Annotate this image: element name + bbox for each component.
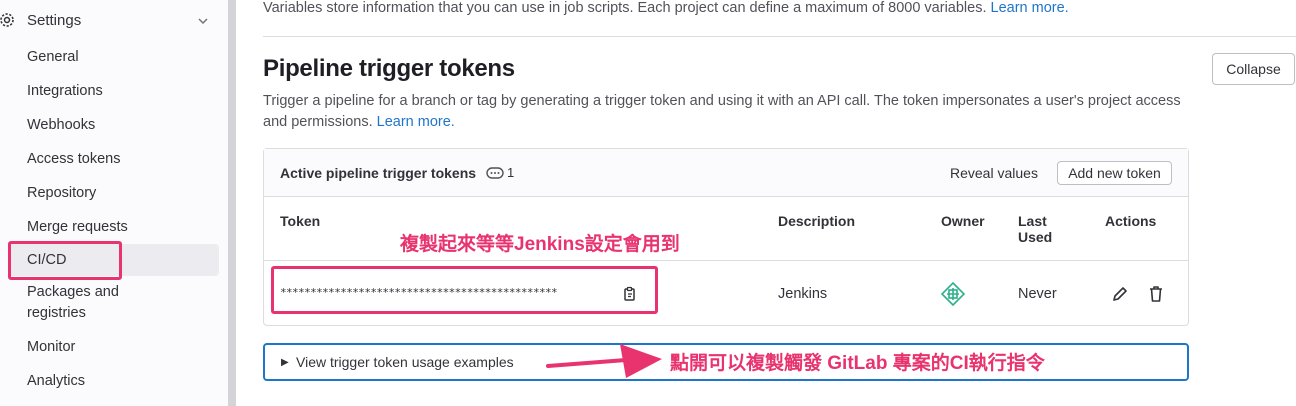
settings-title: Settings <box>27 12 82 29</box>
section-title: Pipeline trigger tokens <box>263 55 515 82</box>
divider <box>263 36 1296 37</box>
section-description: Trigger a pipeline for a branch or tag b… <box>263 91 1183 133</box>
token-last-used: Never <box>1018 286 1057 302</box>
expand-triangle-icon: ▶ <box>281 357 289 368</box>
chevron-down-icon[interactable] <box>196 14 210 28</box>
add-new-token-button[interactable]: Add new token <box>1057 161 1172 185</box>
token-count: 1 <box>507 165 515 180</box>
token-count-icon <box>486 167 504 179</box>
usage-examples-summary: View trigger token usage examples <box>296 354 514 370</box>
token-description: Jenkins <box>778 286 828 302</box>
sidebar-item-label: Webhooks <box>27 117 96 133</box>
column-actions: Actions <box>1105 213 1157 229</box>
sidebar-item-integrations[interactable]: Integrations <box>8 80 219 102</box>
sidebar-item-webhooks[interactable]: Webhooks <box>8 114 219 136</box>
column-last-used-line1: Last <box>1018 213 1047 229</box>
variables-learn-more-link[interactable]: Learn more. <box>991 0 1069 16</box>
sidebar-item-repository[interactable]: Repository <box>8 182 219 204</box>
sidebar-item-label: Integrations <box>27 83 103 99</box>
sidebar-item-label: Access tokens <box>27 151 121 167</box>
settings-sidebar: Settings General Integrations Webhooks A… <box>0 0 228 406</box>
column-token: Token <box>280 213 321 229</box>
sidebar-item-label: Repository <box>27 185 97 201</box>
sidebar-item-access-tokens[interactable]: Access tokens <box>8 148 219 170</box>
owner-avatar[interactable] <box>941 282 965 306</box>
sidebar-item-packages-registries[interactable]: Packages and registries <box>8 282 219 324</box>
sidebar-item-label: General <box>27 49 79 65</box>
trash-icon[interactable] <box>1146 284 1166 304</box>
sidebar-item-analytics[interactable]: Analytics <box>8 370 219 392</box>
annotation-arrow-icon <box>546 344 662 378</box>
sidebar-item-label: Analytics <box>27 373 86 389</box>
variables-intro-text: Variables store information that you can… <box>263 0 991 16</box>
sidebar-item-label: Monitor <box>27 339 76 355</box>
column-owner: Owner <box>941 213 985 229</box>
gear-icon <box>0 13 14 27</box>
card-title: Active pipeline trigger tokens <box>280 165 477 181</box>
annotation-highlight-cicd <box>8 241 122 280</box>
column-description: Description <box>778 213 856 229</box>
card-header: Active pipeline trigger tokens 1 Reveal … <box>264 149 1188 197</box>
annotation-highlight-token <box>271 266 658 314</box>
annotation-copy-note: 複製起來等等Jenkins設定會用到 <box>400 234 680 255</box>
main-content: Variables store information that you can… <box>236 0 1296 406</box>
variables-intro: Variables store information that you can… <box>263 0 1069 16</box>
annotation-open-note: 點開可以複製觸發 GitLab 專案的CI執行指令 <box>670 353 1045 374</box>
pencil-icon[interactable] <box>1110 284 1130 304</box>
settings-header[interactable]: Settings <box>0 8 220 34</box>
reveal-values-toggle[interactable]: Reveal values <box>950 165 1038 181</box>
sidebar-item-general[interactable]: General <box>8 46 219 68</box>
column-last-used-line2: Used <box>1018 229 1053 245</box>
sidebar-item-label: Merge requests <box>27 219 128 235</box>
sidebar-scrollbar[interactable] <box>228 0 236 406</box>
section-learn-more-link[interactable]: Learn more. <box>377 114 455 130</box>
collapse-button[interactable]: Collapse <box>1212 53 1295 85</box>
sidebar-item-merge-requests[interactable]: Merge requests <box>8 216 219 238</box>
sidebar-item-label: Packages and registries <box>27 284 119 321</box>
sidebar-item-monitor[interactable]: Monitor <box>8 336 219 358</box>
